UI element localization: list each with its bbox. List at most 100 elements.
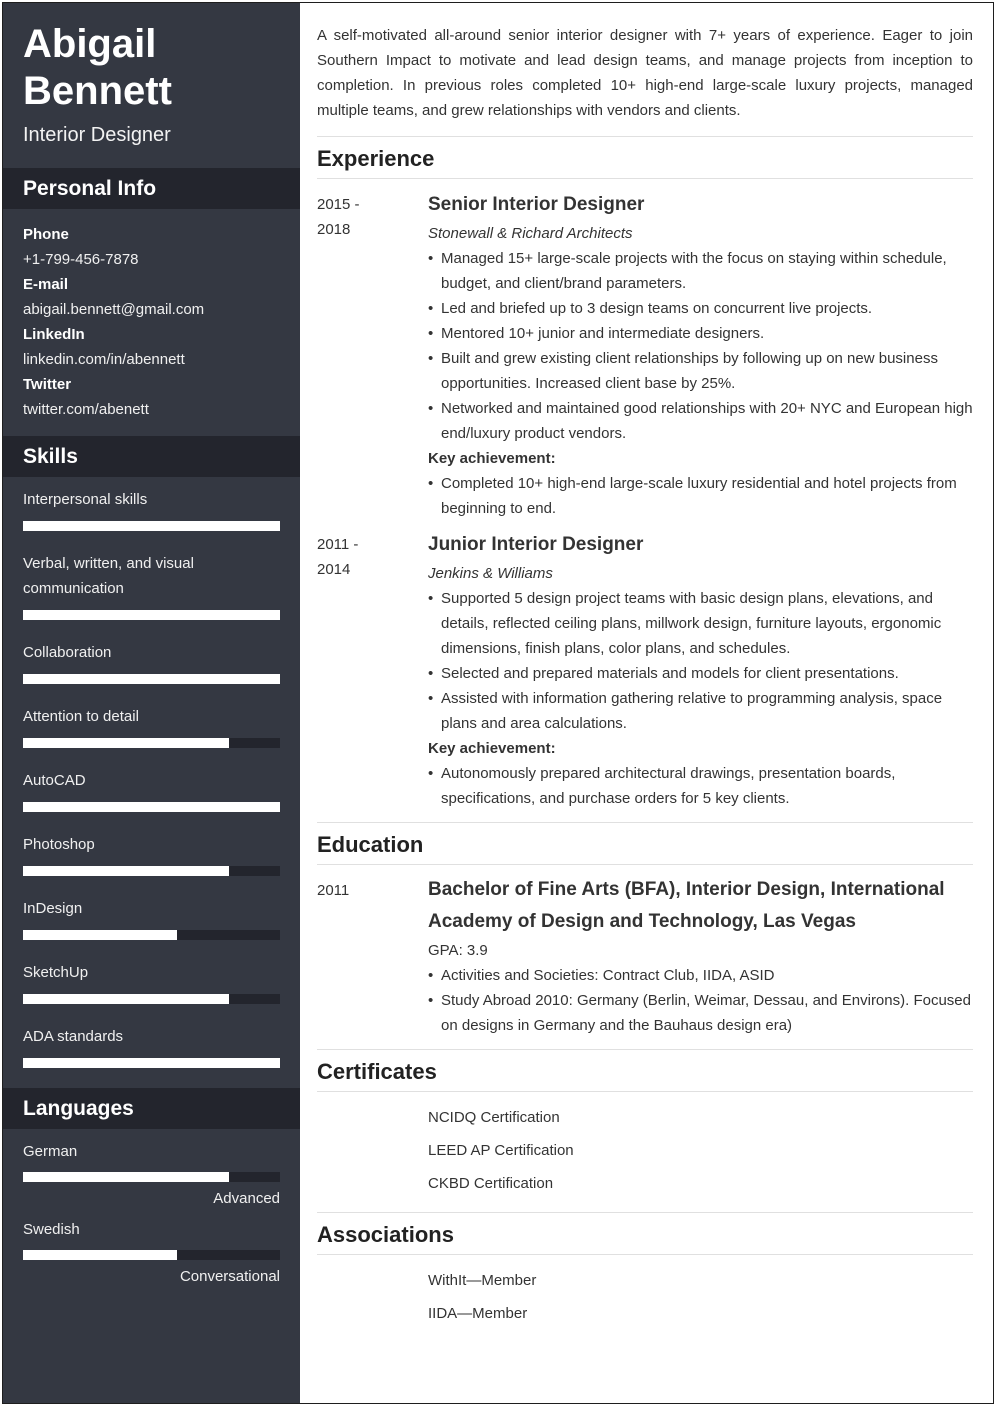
bullet-item: Mentored 10+ junior and intermediate des…: [428, 321, 973, 346]
language-name: Swedish: [23, 1221, 80, 1238]
gpa: GPA: 3.9: [428, 942, 488, 959]
bullet-item: Completed 10+ high-end large-scale luxur…: [428, 471, 973, 521]
language-level-label: Advanced: [213, 1190, 280, 1207]
language-level-fill: [23, 1172, 229, 1182]
info-item-linkedin: LinkedIn linkedin.com/in/abennett: [23, 322, 280, 372]
association-item: WithIt—Member: [428, 1272, 537, 1289]
skill-level-bar: [23, 866, 280, 876]
associations-list: WithIt—Member IIDA—Member: [317, 1268, 973, 1342]
skill-name: SketchUp: [23, 964, 89, 981]
info-item-phone: Phone +1-799-456-7878: [23, 222, 280, 272]
skill-level-fill: [23, 1058, 280, 1068]
skill-level-bar: [23, 994, 280, 1004]
twitter-value[interactable]: twitter.com/abenett: [23, 397, 280, 422]
skill-level-bar: [23, 930, 280, 940]
associations-heading: Associations: [317, 1213, 973, 1255]
association-item: IIDA—Member: [428, 1305, 528, 1322]
skill-item: SketchUp: [23, 960, 280, 1004]
bullet-item: Supported 5 design project teams with ba…: [428, 586, 973, 661]
skill-level-bar: [23, 802, 280, 812]
key-achievement-bullets: Completed 10+ high-end large-scale luxur…: [428, 471, 973, 521]
skill-name: Photoshop: [23, 836, 95, 853]
email-value[interactable]: abigail.bennett@gmail.com: [23, 297, 280, 322]
experience-entry: 2011 - 2014 Junior Interior Designer Jenkin…: [317, 532, 973, 811]
certificates-heading: Certificates: [317, 1050, 973, 1092]
date-end: 2018: [317, 221, 351, 238]
entry-date: 2011 - 2014: [317, 532, 428, 811]
company-name: Jenkins & Williams: [428, 565, 553, 582]
skill-level-bar: [23, 674, 280, 684]
language-level-bar: [23, 1250, 280, 1260]
skill-item: Attention to detail: [23, 704, 280, 748]
education-entry: 2011 Bachelor of Fine Arts (BFA), Interi…: [317, 878, 973, 1038]
phone-value: +1-799-456-7878: [23, 251, 139, 268]
certificates-list: NCIDQ Certification LEED AP Certificatio…: [317, 1105, 973, 1212]
info-item-email: E-mail abigail.bennett@gmail.com: [23, 272, 280, 322]
skill-name: AutoCAD: [23, 772, 86, 789]
education-heading: Education: [317, 823, 973, 865]
key-achievement-label: Key achievement:: [428, 740, 556, 757]
skills-list: Interpersonal skills Verbal, written, and…: [3, 477, 300, 1088]
experience-entries: 2015 - 2018 Senior Interior Designer Stonew…: [317, 192, 973, 811]
language-item: German Advanced: [23, 1139, 280, 1211]
experience-section: Experience 2015 - 2018 Senior Interior Des…: [317, 137, 973, 811]
skill-level-fill: [23, 802, 280, 812]
last-name: Bennett: [23, 69, 172, 113]
skill-item: Interpersonal skills: [23, 487, 280, 531]
skills-heading: Skills: [3, 436, 300, 477]
responsibility-bullets: Supported 5 design project teams with ba…: [428, 586, 973, 736]
skill-level-fill: [23, 866, 229, 876]
bullet-item: Selected and prepared materials and mode…: [428, 661, 973, 686]
language-level-fill: [23, 1250, 178, 1260]
languages-heading: Languages: [3, 1088, 300, 1129]
linkedin-value[interactable]: linkedin.com/in/abennett: [23, 347, 280, 372]
education-body: Bachelor of Fine Arts (BFA), Interior De…: [428, 878, 973, 1038]
name-block: Abigail Bennett Interior Designer: [3, 3, 300, 168]
job-position-title: Junior Interior Designer: [428, 534, 644, 555]
skill-level-fill: [23, 930, 178, 940]
sidebar: Abigail Bennett Interior Designer Person…: [3, 3, 300, 1403]
skill-level-fill: [23, 738, 229, 748]
personal-info-list: Phone +1-799-456-7878 E-mail abigail.ben…: [3, 209, 300, 436]
bullet-item: Assisted with information gathering rela…: [428, 686, 973, 736]
skill-name: InDesign: [23, 900, 83, 917]
certificates-section: Certificates NCIDQ Certification LEED AP…: [317, 1050, 973, 1212]
skill-item: Photoshop: [23, 832, 280, 876]
education-date: 2011: [317, 882, 350, 899]
main-content: A self-motivated all-around senior inter…: [300, 3, 993, 1403]
certificate-item: NCIDQ Certification: [428, 1109, 560, 1126]
skill-name: Verbal, written, and visual communicatio…: [23, 555, 194, 597]
key-achievement-bullets: Autonomously prepared architectural draw…: [428, 761, 973, 811]
bullet-item: Activities and Societies: Contract Club,…: [428, 963, 973, 988]
skill-name: Attention to detail: [23, 708, 139, 725]
first-name: Abigail: [23, 22, 157, 66]
bullet-item: Autonomously prepared architectural draw…: [428, 761, 973, 811]
info-label: LinkedIn: [23, 326, 85, 343]
skill-level-bar: [23, 738, 280, 748]
date-start: 2015 -: [317, 196, 360, 213]
skill-level-fill: [23, 521, 280, 531]
info-label: Twitter: [23, 376, 72, 393]
company-name: Stonewall & Richard Architects: [428, 225, 633, 242]
skill-item: AutoCAD: [23, 768, 280, 812]
date-end: 2014: [317, 561, 351, 578]
certificate-item: LEED AP Certification: [428, 1142, 574, 1159]
education-section: Education 2011 Bachelor of Fine Arts (BF…: [317, 823, 973, 1038]
skill-level-bar: [23, 521, 280, 531]
language-level-bar: [23, 1172, 280, 1182]
bullet-item: Networked and maintained good relationsh…: [428, 396, 973, 446]
associations-section: Associations WithIt—Member IIDA—Member: [317, 1213, 973, 1342]
entry-body: Junior Interior Designer Jenkins & Willia…: [428, 532, 973, 811]
skill-item: Verbal, written, and visual communicatio…: [23, 551, 280, 620]
skill-level-bar: [23, 1058, 280, 1068]
skill-item: Collaboration: [23, 640, 280, 684]
languages-list: German Advanced Swedish Conversational: [3, 1129, 300, 1289]
bullet-item: Managed 15+ large-scale projects with th…: [428, 246, 973, 296]
summary: A self-motivated all-around senior inter…: [317, 23, 973, 137]
degree-title: Bachelor of Fine Arts (BFA), Interior De…: [428, 879, 945, 932]
job-position-title: Senior Interior Designer: [428, 194, 645, 215]
date-start: 2011 -: [317, 536, 359, 553]
language-level-label: Conversational: [179, 1268, 280, 1285]
personal-info-heading: Personal Info: [3, 168, 300, 209]
skill-name: Interpersonal skills: [23, 491, 148, 508]
